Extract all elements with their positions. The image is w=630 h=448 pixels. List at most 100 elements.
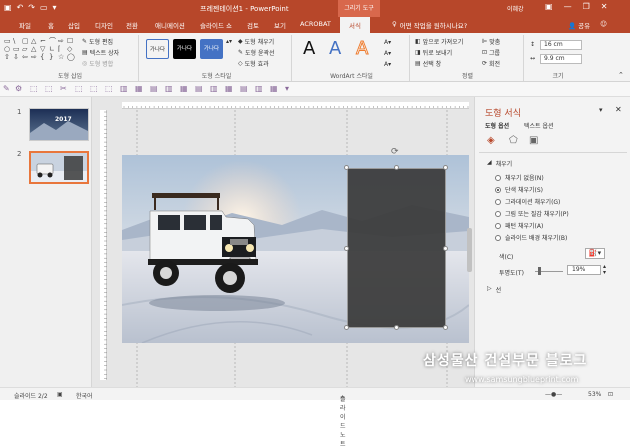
user-name[interactable]: 이혜강 <box>507 4 524 13</box>
shape-gallery-item[interactable]: ⇨ <box>31 53 40 61</box>
fill-option-solid[interactable]: 단색 채우기(S) <box>495 185 543 194</box>
text-outline-icon[interactable]: A▾ <box>384 50 391 57</box>
shape-gallery-item[interactable]: ◇ <box>67 45 76 53</box>
toolbar-icon-3[interactable]: ⬚ <box>30 84 38 93</box>
ribbon-display-icon[interactable]: ▣ <box>545 2 553 11</box>
wordart-style-1[interactable]: A <box>303 37 315 61</box>
bring-forward-button[interactable]: ◧ 앞으로 가져오기 <box>415 37 463 46</box>
shape-gallery-item[interactable]: ⌈ <box>58 45 67 53</box>
shape-gallery-item[interactable]: \ <box>13 37 22 45</box>
fill-option-picture[interactable]: 그림 또는 질감 채우기(P) <box>495 209 569 218</box>
radio-fill-gradient[interactable] <box>495 198 501 205</box>
width-field[interactable]: 9.9 cm <box>540 54 582 64</box>
tab-insert[interactable]: 삽입 <box>68 20 80 30</box>
radio-fill-pattern[interactable] <box>495 222 501 229</box>
resize-handle-sw[interactable] <box>344 325 349 330</box>
shape-gallery-item[interactable]: △ <box>31 45 40 53</box>
start-slideshow-icon[interactable]: ▭ <box>40 3 48 13</box>
customize-qat-icon[interactable]: ▾ <box>53 3 57 13</box>
tab-animations[interactable]: 애니메이션 <box>155 20 185 30</box>
close-icon[interactable]: ✕ <box>601 2 608 11</box>
rotate-button[interactable]: ⟳ 회전 <box>482 59 500 68</box>
fill-option-pattern[interactable]: 패턴 채우기(A) <box>495 221 543 230</box>
tab-shape-options[interactable]: 도형 옵션 <box>485 121 509 130</box>
save-icon[interactable]: ▣ <box>4 3 12 13</box>
tab-home[interactable]: 홈 <box>48 20 54 30</box>
zoom-level[interactable]: 53% <box>588 391 601 398</box>
shape-fill-button[interactable]: ◆ 도형 채우기 <box>238 37 274 46</box>
toolbar-icon-20[interactable]: ▾ <box>285 84 289 93</box>
text-effects-icon[interactable]: A▾ <box>384 61 391 68</box>
fill-option-slide-bg[interactable]: 슬라이드 배경 채우기(B) <box>495 233 567 242</box>
radio-fill-none[interactable] <box>495 174 501 181</box>
toolbar-icon-19[interactable]: ▦ <box>270 84 278 93</box>
resize-handle-nw[interactable] <box>344 165 349 170</box>
tab-acrobat[interactable]: ACROBAT <box>300 20 331 28</box>
undo-icon[interactable]: ↶ <box>17 3 24 13</box>
resize-handle-s[interactable] <box>394 325 399 330</box>
smile-icon[interactable]: ☺ <box>600 20 607 30</box>
shape-gallery-item[interactable]: △ <box>31 37 40 45</box>
shape-gallery-item[interactable]: ▱ <box>22 45 31 53</box>
shapes-gallery[interactable]: ▭ \ ▢ △ ⌐ ⌒ ⇨ ☐ ○ ▭ ▱ △ ▽ ∟ ⌈ ◇ ⇧ ⇩ ⇦ ⇨{} ☆ ◯ <box>4 37 76 67</box>
tab-format[interactable]: 서식 <box>340 17 370 33</box>
redo-icon[interactable]: ↷ <box>28 3 35 13</box>
tab-slideshow[interactable]: 슬라이드 쇼 <box>200 20 232 30</box>
toolbar-icon-11[interactable]: ▤ <box>150 84 158 93</box>
shape-gallery-item[interactable]: { <box>40 53 49 61</box>
tell-me-box[interactable]: ♀ 어떤 작업을 원하시나요? <box>392 20 467 30</box>
slide-thumbnail-2[interactable] <box>29 151 89 184</box>
shape-gallery-item[interactable]: ⇨ <box>58 37 67 45</box>
tab-transitions[interactable]: 전환 <box>126 20 138 30</box>
wordart-style-2[interactable]: A <box>329 37 341 61</box>
fill-section-header[interactable]: ◢ 채우기 <box>487 159 512 168</box>
fit-to-window-icon[interactable]: ⊡ <box>608 391 613 398</box>
toolbar-icon-10[interactable]: ▦ <box>135 84 143 93</box>
pane-options-icon[interactable]: ▾ <box>599 106 603 114</box>
transparency-slider-thumb[interactable] <box>538 267 542 275</box>
radio-fill-solid[interactable] <box>495 186 501 193</box>
shape-gallery-item[interactable]: ☆ <box>58 53 67 61</box>
toolbar-icon-9[interactable]: ▥ <box>120 84 128 93</box>
shape-gallery-item[interactable]: ⇧ <box>4 53 13 61</box>
toolbar-icon-8[interactable]: ⬚ <box>105 84 113 93</box>
fill-line-icon[interactable]: ◈ <box>487 135 495 146</box>
effects-pentagon-icon[interactable]: ⬠ <box>509 135 518 146</box>
toolbar-icon-12[interactable]: ▥ <box>165 84 173 93</box>
share-button[interactable]: 👤 공유 <box>568 20 590 30</box>
toolbar-icon-15[interactable]: ▥ <box>210 84 218 93</box>
tab-text-options[interactable]: 텍스트 옵션 <box>524 121 554 130</box>
shape-outline-button[interactable]: ✎ 도형 윤곽선 <box>238 48 275 57</box>
toolbar-icon-14[interactable]: ▤ <box>195 84 203 93</box>
fill-option-gradient[interactable]: 그라데이션 채우기(G) <box>495 197 560 206</box>
line-section-header[interactable]: ▷ 선 <box>487 285 501 294</box>
group-button[interactable]: ⊡ 그룹 <box>482 48 500 57</box>
toolbar-icon-1[interactable]: ✎ <box>3 84 10 93</box>
fill-option-none[interactable]: 채우기 없음(N) <box>495 173 544 182</box>
toolbar-icon-17[interactable]: ▤ <box>240 84 248 93</box>
collapse-ribbon-icon[interactable]: ⌃ <box>618 71 624 79</box>
tab-review[interactable]: 검토 <box>247 20 259 30</box>
wordart-style-3[interactable]: A <box>355 37 368 61</box>
resize-handle-w[interactable] <box>344 246 349 251</box>
slide-thumbnail-1[interactable]: 2017 <box>29 108 89 141</box>
shape-gallery-item[interactable]: ▭ <box>4 37 13 45</box>
shape-gallery-item[interactable]: ⇦ <box>22 53 31 61</box>
edit-shape-button[interactable]: ✎ 도형 편집 <box>82 37 113 46</box>
toolbar-icon-18[interactable]: ▥ <box>255 84 263 93</box>
toolbar-icon-6[interactable]: ⬚ <box>75 84 83 93</box>
align-button[interactable]: ⊫ 맞춤 <box>482 37 500 46</box>
gallery-scroll[interactable]: ▴▾ <box>226 38 232 45</box>
text-fill-icon[interactable]: A▾ <box>384 39 391 46</box>
restore-icon[interactable]: ❐ <box>583 2 590 11</box>
shape-style-3[interactable]: 가나다 <box>200 39 223 59</box>
toolbar-icon-13[interactable]: ▦ <box>180 84 188 93</box>
radio-fill-picture[interactable] <box>495 210 501 217</box>
resize-handle-se[interactable] <box>443 325 448 330</box>
merge-shapes-button[interactable]: ◎ 도형 병합 <box>82 59 113 68</box>
shape-gallery-item[interactable]: ▽ <box>40 45 49 53</box>
shape-gallery-item[interactable]: ☐ <box>67 37 76 45</box>
minimize-icon[interactable]: — <box>564 2 572 11</box>
shape-gallery-item[interactable]: ◯ <box>67 53 76 61</box>
resize-handle-e[interactable] <box>443 246 448 251</box>
